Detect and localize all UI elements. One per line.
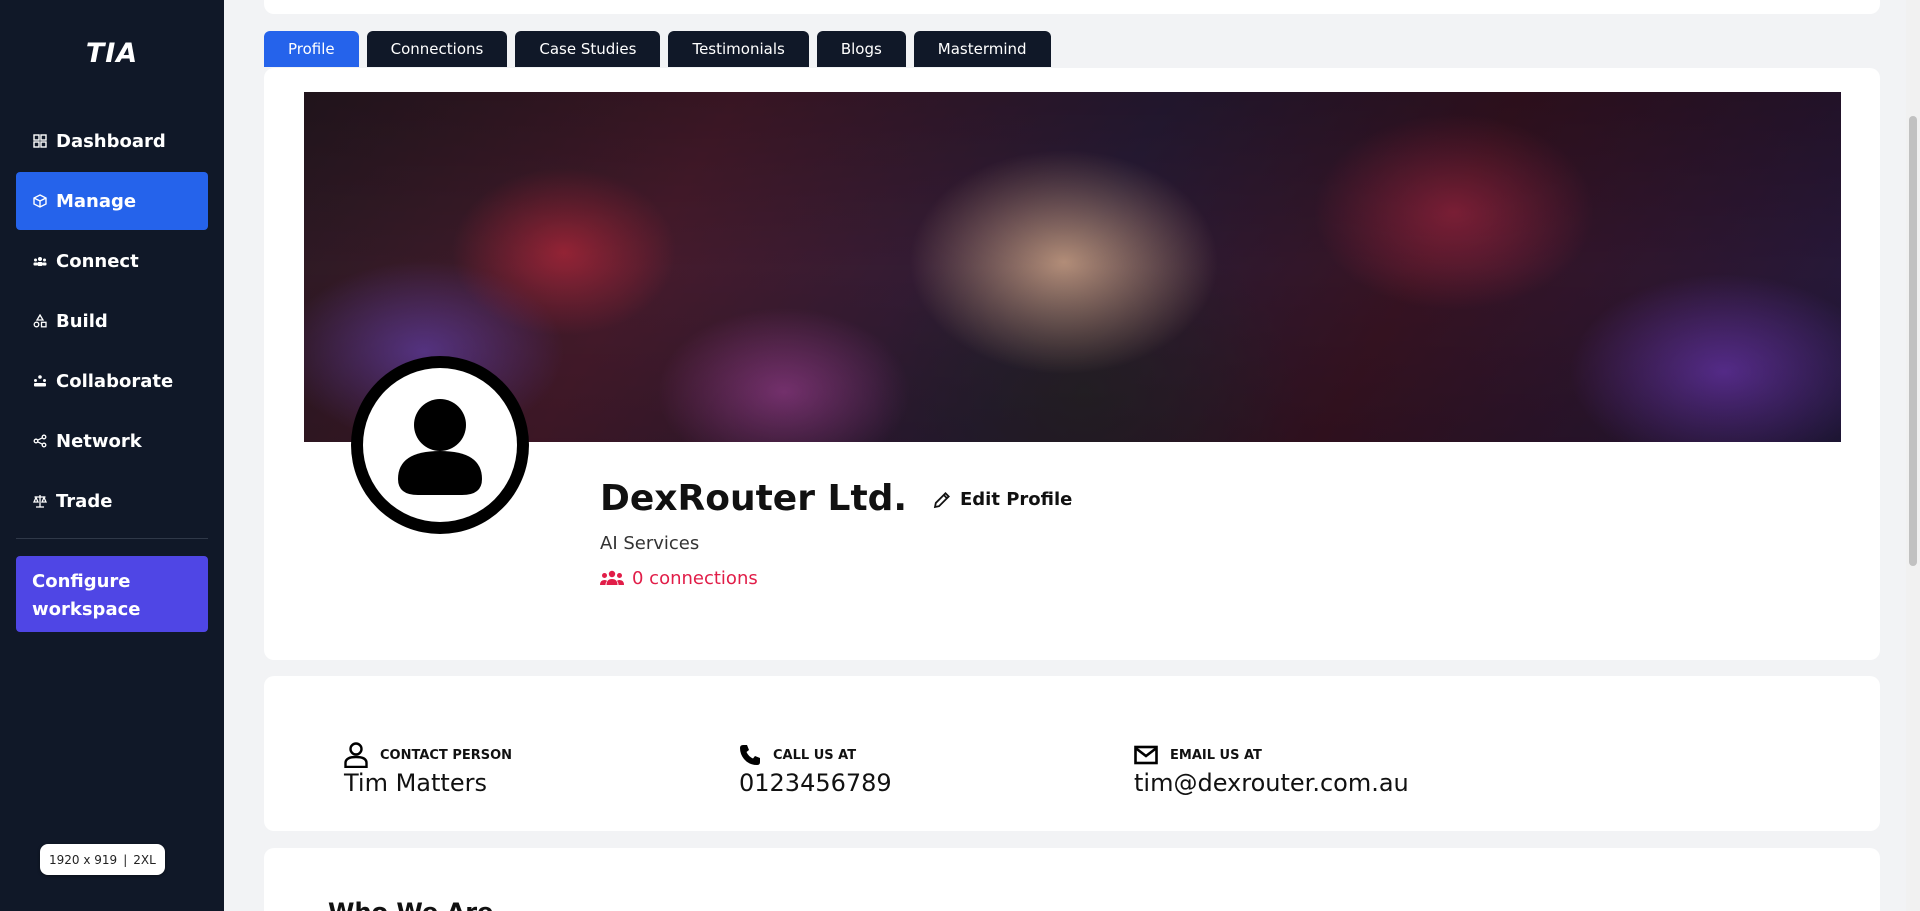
- team-icon: [32, 373, 48, 389]
- sidebar-item-network[interactable]: Network: [16, 412, 208, 470]
- envelope-icon: [1134, 745, 1158, 765]
- contact-card: CONTACT PERSON Tim Matters CALL US AT 01…: [264, 676, 1880, 831]
- screen-size-breakpoint: 2XL: [133, 852, 156, 867]
- scale-icon: [32, 493, 48, 509]
- screen-size-dims: 1920 x 919: [49, 852, 118, 867]
- screen-size-badge: 1920 x 919 | 2XL: [40, 844, 165, 875]
- sidebar: TIA Dashboard Manage Connect Build Colla…: [0, 0, 224, 911]
- profile-card: DexRouter Ltd. Edit Profile AI Services …: [264, 68, 1880, 660]
- dashboard-icon: [32, 133, 48, 149]
- sidebar-item-collaborate[interactable]: Collaborate: [16, 352, 208, 410]
- configure-workspace-button[interactable]: Configure workspace: [16, 556, 208, 632]
- contact-phone: CALL US AT 0123456789: [739, 741, 892, 797]
- contact-phone-heading: CALL US AT: [773, 747, 857, 763]
- screen-size-separator: |: [123, 852, 128, 867]
- sidebar-item-dashboard[interactable]: Dashboard: [16, 112, 208, 170]
- sidebar-item-label: Collaborate: [56, 370, 174, 392]
- cover-image-shade: [304, 92, 1841, 442]
- sidebar-item-label: Network: [56, 430, 142, 452]
- shapes-icon: [32, 313, 48, 329]
- cover-image: [304, 92, 1841, 442]
- tab-profile[interactable]: Profile: [264, 31, 359, 67]
- cube-icon: [32, 193, 48, 209]
- contact-phone-heading-row: CALL US AT: [739, 741, 892, 769]
- sidebar-item-label: Dashboard: [56, 130, 166, 152]
- contact-person-heading: CONTACT PERSON: [380, 747, 513, 763]
- phone-icon: [740, 745, 760, 765]
- app-logo[interactable]: TIA: [0, 38, 224, 69]
- sidebar-item-label: Manage: [56, 190, 137, 212]
- person-icon: [344, 742, 368, 768]
- pencil-icon: [933, 491, 950, 508]
- contact-email-heading: EMAIL US AT: [1170, 747, 1262, 763]
- edit-profile-button[interactable]: Edit Profile: [932, 489, 1072, 510]
- tab-case-studies[interactable]: Case Studies: [515, 31, 661, 67]
- contact-email-heading-row: EMAIL US AT: [1134, 741, 1409, 769]
- sidebar-item-label: Build: [56, 310, 108, 332]
- sidebar-item-label: Connect: [56, 250, 139, 272]
- company-name: DexRouter Ltd.: [600, 478, 908, 519]
- about-title: Who We Are: [328, 898, 493, 911]
- sidebar-divider: [16, 538, 208, 539]
- edit-profile-label: Edit Profile: [960, 489, 1073, 510]
- scrollbar-thumb[interactable]: [1909, 116, 1917, 566]
- contact-person-name: Tim Matters: [344, 769, 487, 797]
- tab-testimonials[interactable]: Testimonials: [668, 31, 809, 67]
- connections-link[interactable]: 0 connections: [600, 568, 758, 589]
- contact-person-heading-row: CONTACT PERSON: [344, 741, 512, 769]
- sidebar-item-label: Trade: [56, 490, 113, 512]
- company-industry: AI Services: [600, 533, 700, 554]
- tab-connections[interactable]: Connections: [366, 31, 508, 67]
- tab-mastermind[interactable]: Mastermind: [913, 31, 1051, 67]
- contact-email-address[interactable]: tim@dexrouter.com.au: [1134, 769, 1409, 797]
- contact-phone-number[interactable]: 0123456789: [739, 769, 892, 797]
- sidebar-item-build[interactable]: Build: [16, 292, 208, 350]
- connections-count: 0 connections: [632, 568, 758, 589]
- avatar-inner: [363, 368, 517, 522]
- tab-blogs[interactable]: Blogs: [816, 31, 906, 67]
- users-icon: [600, 570, 624, 585]
- avatar[interactable]: [351, 356, 529, 534]
- sidebar-item-trade[interactable]: Trade: [16, 472, 208, 530]
- top-card-edge: [264, 0, 1880, 14]
- page-scrollbar[interactable]: [1906, 0, 1920, 911]
- sidebar-nav: Dashboard Manage Connect Build Collabora…: [16, 112, 208, 532]
- contact-email: EMAIL US AT tim@dexrouter.com.au: [1134, 741, 1409, 797]
- profile-tabs: Profile Connections Case Studies Testimo…: [264, 31, 1051, 67]
- sidebar-item-connect[interactable]: Connect: [16, 232, 208, 290]
- about-card: Who We Are: [264, 848, 1880, 911]
- sidebar-item-manage[interactable]: Manage: [16, 172, 208, 230]
- share-icon: [32, 433, 48, 449]
- people-icon: [32, 253, 48, 269]
- contact-person: CONTACT PERSON Tim Matters: [344, 741, 512, 797]
- user-icon: [398, 399, 482, 495]
